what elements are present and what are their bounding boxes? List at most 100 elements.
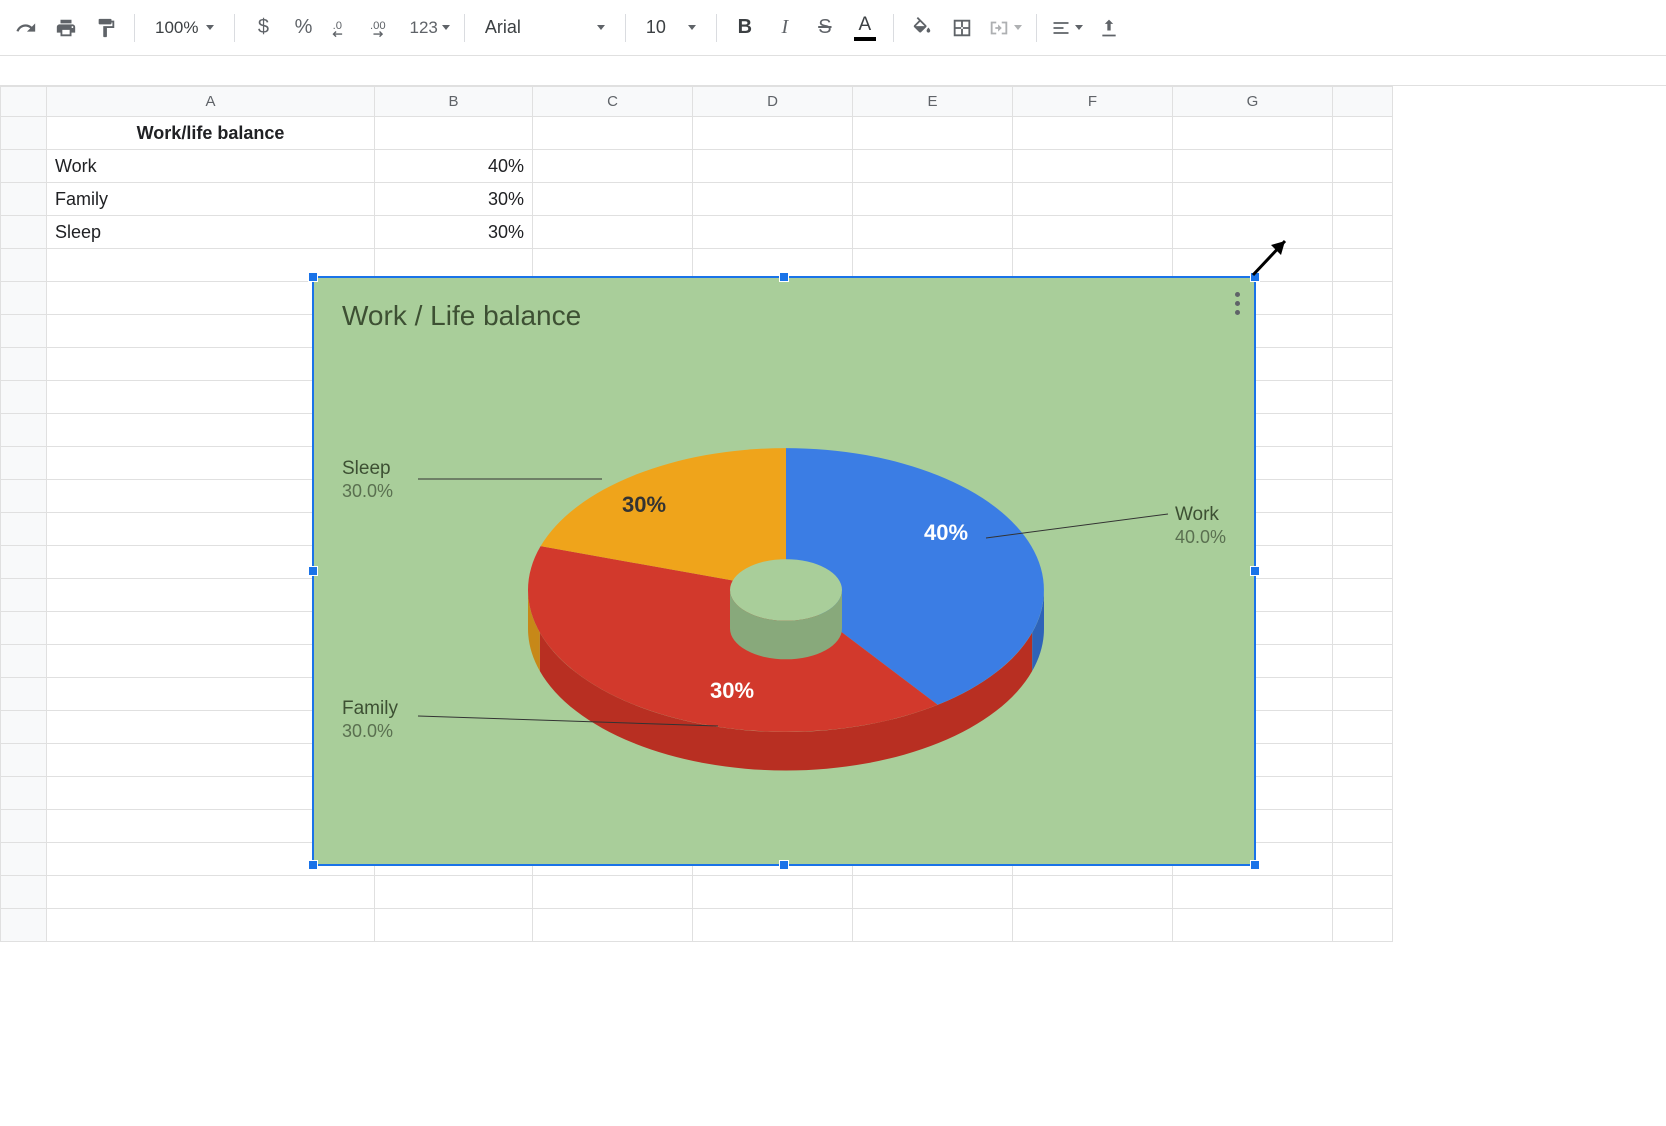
cell[interactable] bbox=[1173, 909, 1333, 942]
cell[interactable] bbox=[375, 876, 533, 909]
resize-handle[interactable] bbox=[779, 272, 789, 282]
formula-bar[interactable] bbox=[0, 56, 1666, 86]
cell[interactable] bbox=[1333, 183, 1393, 216]
cell[interactable] bbox=[533, 183, 693, 216]
row-header[interactable] bbox=[1, 480, 47, 513]
bold-button[interactable]: B bbox=[727, 10, 763, 46]
row-header[interactable] bbox=[1, 183, 47, 216]
cell[interactable] bbox=[1333, 843, 1393, 876]
cell[interactable] bbox=[1013, 183, 1173, 216]
cell[interactable] bbox=[693, 117, 853, 150]
embedded-chart[interactable]: Work / Life balance 40% 30% 30% Work bbox=[312, 276, 1256, 866]
decrease-decimal-button[interactable]: .0 bbox=[325, 10, 361, 46]
vertical-align-button[interactable] bbox=[1091, 10, 1127, 46]
cell[interactable] bbox=[853, 216, 1013, 249]
select-all-corner[interactable] bbox=[1, 87, 47, 117]
row-header[interactable] bbox=[1, 216, 47, 249]
cell[interactable] bbox=[1333, 744, 1393, 777]
resize-handle[interactable] bbox=[308, 860, 318, 870]
cell[interactable] bbox=[1333, 249, 1393, 282]
cell[interactable] bbox=[1173, 183, 1333, 216]
zoom-select[interactable]: 100% bbox=[145, 18, 224, 38]
row-header[interactable] bbox=[1, 843, 47, 876]
strikethrough-button[interactable]: S bbox=[807, 10, 843, 46]
row-header[interactable] bbox=[1, 645, 47, 678]
cell[interactable] bbox=[1333, 315, 1393, 348]
cell[interactable] bbox=[1173, 117, 1333, 150]
resize-handle[interactable] bbox=[1250, 272, 1260, 282]
column-header[interactable]: A bbox=[47, 87, 375, 117]
font-family-select[interactable]: Arial bbox=[475, 17, 615, 38]
cell[interactable] bbox=[533, 150, 693, 183]
cell[interactable] bbox=[1333, 645, 1393, 678]
cell[interactable] bbox=[1333, 546, 1393, 579]
row-header[interactable] bbox=[1, 150, 47, 183]
cell[interactable] bbox=[1013, 216, 1173, 249]
cell[interactable] bbox=[1333, 447, 1393, 480]
cell[interactable] bbox=[1333, 678, 1393, 711]
chart-options-button[interactable] bbox=[1235, 292, 1240, 315]
cell[interactable] bbox=[375, 909, 533, 942]
cell[interactable] bbox=[1333, 513, 1393, 546]
column-header[interactable]: G bbox=[1173, 87, 1333, 117]
cell[interactable] bbox=[1333, 282, 1393, 315]
cell[interactable] bbox=[1333, 414, 1393, 447]
row-header[interactable] bbox=[1, 612, 47, 645]
cell[interactable] bbox=[693, 183, 853, 216]
cell[interactable] bbox=[375, 117, 533, 150]
row-header[interactable] bbox=[1, 315, 47, 348]
row-header[interactable] bbox=[1, 447, 47, 480]
percent-format-button[interactable]: % bbox=[285, 10, 321, 46]
increase-decimal-button[interactable]: .00 bbox=[365, 10, 401, 46]
resize-handle[interactable] bbox=[308, 272, 318, 282]
column-header[interactable] bbox=[1333, 87, 1393, 117]
row-header[interactable] bbox=[1, 513, 47, 546]
row-header[interactable] bbox=[1, 678, 47, 711]
cell[interactable] bbox=[853, 150, 1013, 183]
cell[interactable]: 30% bbox=[375, 183, 533, 216]
cell[interactable] bbox=[1013, 150, 1173, 183]
print-button[interactable] bbox=[48, 10, 84, 46]
cell[interactable] bbox=[853, 117, 1013, 150]
cell[interactable] bbox=[1333, 150, 1393, 183]
cell[interactable] bbox=[693, 216, 853, 249]
row-header[interactable] bbox=[1, 810, 47, 843]
cell[interactable] bbox=[1333, 381, 1393, 414]
cell[interactable] bbox=[853, 876, 1013, 909]
merge-cells-button[interactable] bbox=[984, 10, 1026, 46]
cell[interactable]: Work bbox=[47, 150, 375, 183]
row-header[interactable] bbox=[1, 249, 47, 282]
resize-handle[interactable] bbox=[1250, 860, 1260, 870]
cell[interactable] bbox=[1013, 876, 1173, 909]
cell[interactable] bbox=[47, 876, 375, 909]
cell[interactable] bbox=[1173, 876, 1333, 909]
borders-button[interactable] bbox=[944, 10, 980, 46]
row-header[interactable] bbox=[1, 381, 47, 414]
row-header[interactable] bbox=[1, 777, 47, 810]
cell[interactable]: 30% bbox=[375, 216, 533, 249]
cell[interactable] bbox=[1333, 480, 1393, 513]
horizontal-align-button[interactable] bbox=[1047, 10, 1087, 46]
row-header[interactable] bbox=[1, 876, 47, 909]
resize-handle[interactable] bbox=[308, 566, 318, 576]
cell[interactable] bbox=[1173, 216, 1333, 249]
more-number-formats-button[interactable]: 123 bbox=[405, 10, 453, 46]
cell[interactable]: Family bbox=[47, 183, 375, 216]
cell[interactable]: Work/life balance bbox=[47, 117, 375, 150]
cell[interactable] bbox=[533, 117, 693, 150]
cell[interactable] bbox=[1333, 348, 1393, 381]
cell[interactable] bbox=[1333, 909, 1393, 942]
cell[interactable] bbox=[1333, 876, 1393, 909]
cell[interactable] bbox=[1013, 117, 1173, 150]
cell[interactable] bbox=[1333, 117, 1393, 150]
cell[interactable] bbox=[1333, 612, 1393, 645]
cell[interactable] bbox=[693, 876, 853, 909]
cell[interactable] bbox=[47, 909, 375, 942]
row-header[interactable] bbox=[1, 546, 47, 579]
cell[interactable] bbox=[853, 183, 1013, 216]
fill-color-button[interactable] bbox=[904, 10, 940, 46]
cell[interactable] bbox=[533, 876, 693, 909]
paint-format-button[interactable] bbox=[88, 10, 124, 46]
cell[interactable] bbox=[1333, 579, 1393, 612]
cell[interactable] bbox=[1333, 777, 1393, 810]
